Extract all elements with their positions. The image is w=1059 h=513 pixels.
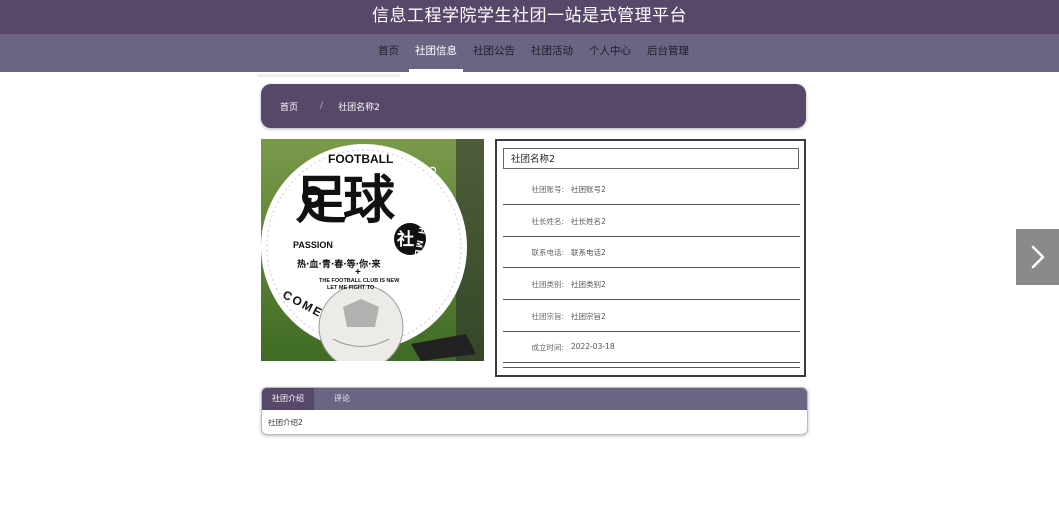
- breadcrumb-current: 社团名称2: [338, 102, 380, 113]
- tab-content: 社团介绍2: [268, 418, 303, 427]
- club-detail-tabs: 社团介绍 评论 社团介绍2: [261, 387, 808, 435]
- next-slide-button[interactable]: [1016, 229, 1059, 285]
- poster-slogan-en-1: THE FOOTBALL CLUB IS NEW: [319, 278, 400, 284]
- club-name-title: 社团名称2: [503, 148, 799, 169]
- info-value: 联系电话2: [571, 248, 606, 257]
- nav-item-personal-center[interactable]: 个人中心: [581, 34, 639, 72]
- info-label: 社团宗旨:: [531, 312, 564, 321]
- tab-comments[interactable]: 评论: [324, 388, 360, 410]
- info-label: 社团账号:: [531, 185, 564, 194]
- info-row-leader: 社长姓名: 社长姓名2: [503, 205, 800, 237]
- poster-small-char: 社: [397, 230, 414, 250]
- nav-items: 首页 社团信息 社团公告 社团活动 个人中心 后台管理: [370, 34, 697, 72]
- chevron-right-icon: [1031, 245, 1045, 269]
- poster-headline: FOOTBALL: [328, 152, 394, 166]
- site-title: 信息工程学院学生社团一站是式管理平台: [0, 0, 1059, 34]
- info-row-phone: 联系电话: 联系电话2: [503, 236, 800, 268]
- info-value: 社长姓名2: [571, 217, 606, 226]
- info-row-account: 社团账号: 社团账号2: [503, 173, 800, 205]
- breadcrumb: 首页 / 社团名称2: [261, 84, 806, 128]
- divider: [503, 367, 800, 368]
- nav-item-home[interactable]: 首页: [370, 34, 407, 72]
- info-value: 社团账号2: [571, 185, 606, 194]
- nav-item-admin[interactable]: 后台管理: [639, 34, 697, 72]
- nav-item-club-notice[interactable]: 社团公告: [465, 34, 523, 72]
- tab-header: 社团介绍 评论: [262, 388, 807, 410]
- info-row-purpose: 社团宗旨: 社团宗旨2: [503, 300, 800, 332]
- nav-item-club-info[interactable]: 社团信息: [407, 34, 465, 72]
- info-label: 联系电话:: [531, 248, 564, 257]
- info-label: 社团类别:: [531, 280, 564, 289]
- info-row-founded: 成立时间: 2022-03-18: [503, 331, 800, 363]
- info-value: 社团类别2: [571, 280, 606, 289]
- nav-item-club-activity[interactable]: 社团活动: [523, 34, 581, 72]
- poster-slogan-en-2: LET ME FIGHT TO: [327, 285, 375, 291]
- poster-slogan-cn: 热·血·青·春·等·你·来: [297, 260, 381, 270]
- info-label: 社长姓名:: [531, 217, 564, 226]
- club-poster-image: FOOTBALL 足球 社 PASSION 热·血·青·春·等·你·来 + TH…: [261, 139, 484, 361]
- poster-plus: +: [355, 267, 361, 278]
- main-nav: 首页 社团信息 社团公告 社团活动 个人中心 后台管理: [0, 34, 1059, 72]
- info-value: 社团宗旨2: [571, 312, 606, 321]
- breadcrumb-home-link[interactable]: 首页: [280, 100, 298, 113]
- breadcrumb-separator: /: [320, 101, 324, 111]
- tab-club-intro[interactable]: 社团介绍: [262, 388, 314, 410]
- info-value: 2022-03-18: [571, 342, 615, 351]
- club-info-panel: 社团名称2 社团账号: 社团账号2 社长姓名: 社长姓名2 联系电话: 联系电话…: [495, 139, 806, 377]
- poster-passion: PASSION: [293, 240, 333, 250]
- info-row-category: 社团类别: 社团类别2: [503, 268, 800, 300]
- info-label: 成立时间:: [531, 343, 564, 352]
- divider: [258, 74, 400, 77]
- poster-big-title: 足球: [295, 170, 395, 231]
